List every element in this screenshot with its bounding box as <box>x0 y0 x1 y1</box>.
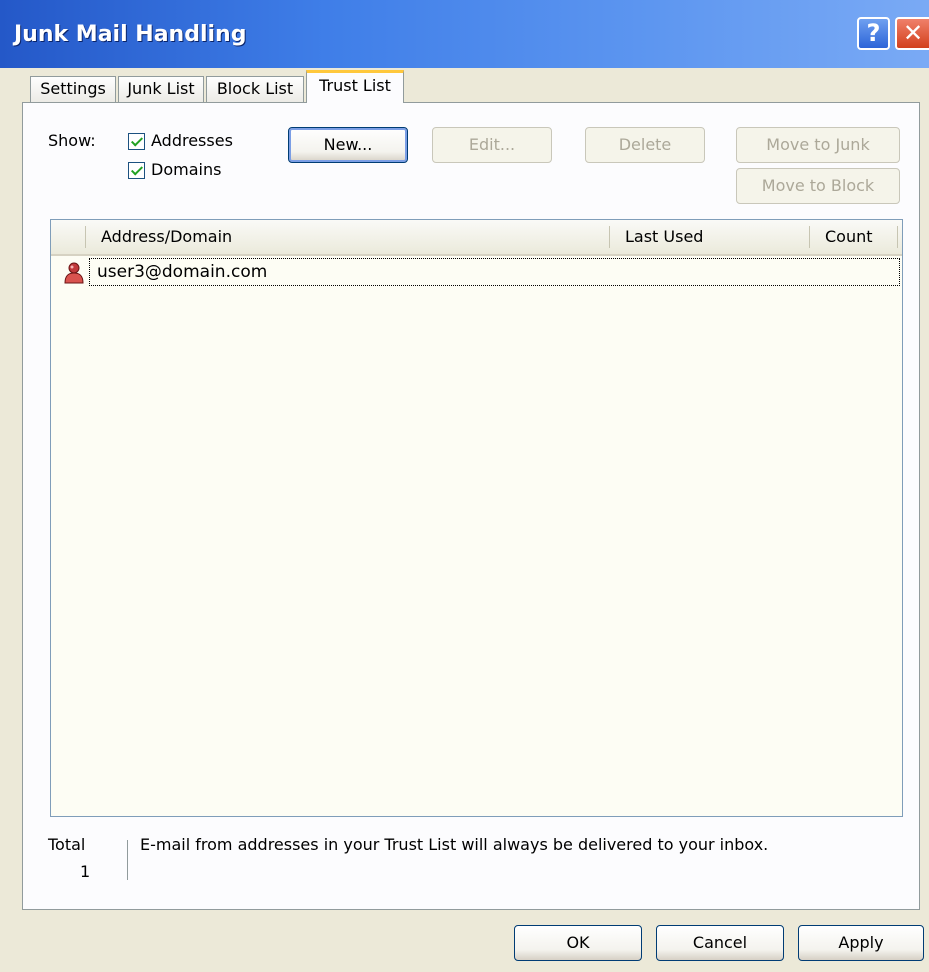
move-to-block-button[interactable]: Move to Block <box>736 168 900 204</box>
delete-button[interactable]: Delete <box>585 127 705 163</box>
cancel-button[interactable]: Cancel <box>656 925 784 961</box>
edit-button[interactable]: Edit... <box>432 127 552 163</box>
total-label: Total <box>48 835 86 854</box>
footer-divider <box>127 840 128 880</box>
domains-label: Domains <box>151 160 222 179</box>
close-button[interactable]: ✕ <box>895 17 929 50</box>
tab-junk-list[interactable]: Junk List <box>118 76 204 102</box>
tab-block-list[interactable]: Block List <box>206 76 304 102</box>
move-to-junk-button[interactable]: Move to Junk <box>736 127 900 163</box>
help-icon: ? <box>866 19 881 47</box>
apply-button[interactable]: Apply <box>798 925 924 961</box>
close-icon: ✕ <box>902 19 924 47</box>
domains-checkbox[interactable] <box>128 162 145 179</box>
address-cell: user3@domain.com <box>97 262 268 282</box>
tab-trust-list[interactable]: Trust List <box>306 70 404 103</box>
show-label: Show: <box>48 131 96 150</box>
list-item[interactable]: user3@domain.com <box>53 258 900 288</box>
column-separator <box>809 226 810 248</box>
tab-settings[interactable]: Settings <box>30 76 116 102</box>
trust-list[interactable]: Address/Domain Last Used Count user3@dom… <box>50 219 903 817</box>
trust-list-info: E-mail from addresses in your Trust List… <box>140 835 769 854</box>
column-separator <box>85 226 86 248</box>
list-header: Address/Domain Last Used Count <box>51 220 902 256</box>
person-icon <box>64 262 84 284</box>
column-separator <box>609 226 610 248</box>
column-separator <box>897 226 898 248</box>
total-count: 1 <box>80 862 91 881</box>
column-header-last-used[interactable]: Last Used <box>625 220 703 254</box>
title-bar: Junk Mail Handling ? ✕ <box>0 0 929 68</box>
window-title: Junk Mail Handling <box>14 22 247 47</box>
new-button[interactable]: New... <box>288 127 408 163</box>
column-header-count[interactable]: Count <box>825 220 873 254</box>
help-button[interactable]: ? <box>857 17 890 50</box>
ok-button[interactable]: OK <box>514 925 642 961</box>
addresses-checkbox[interactable] <box>128 133 145 150</box>
column-header-address[interactable]: Address/Domain <box>101 220 232 254</box>
addresses-label: Addresses <box>151 131 233 150</box>
